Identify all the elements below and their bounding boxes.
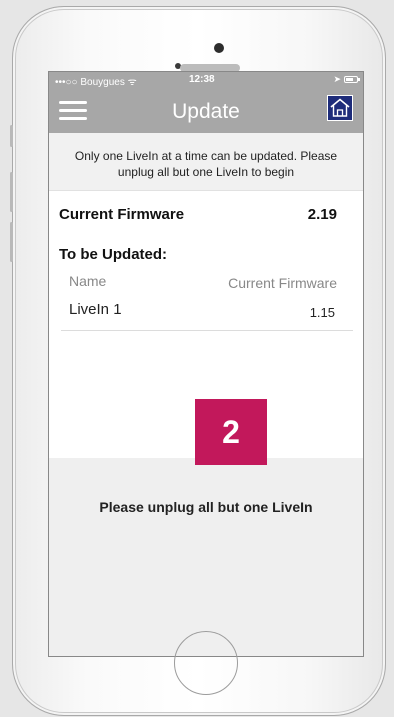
page-title: Update xyxy=(172,100,240,123)
nav-bar: Update xyxy=(49,89,363,133)
info-banner: Only one LiveIn at a time can be updated… xyxy=(49,133,363,191)
divider xyxy=(61,330,353,331)
home-button[interactable] xyxy=(174,631,238,695)
front-camera xyxy=(214,43,224,53)
step-number-badge: 2 xyxy=(195,399,267,465)
current-firmware-label: Current Firmware xyxy=(59,206,185,223)
to-be-updated-heading: To be Updated: xyxy=(59,246,168,263)
mute-switch xyxy=(10,125,13,147)
device-name: LiveIn 1 xyxy=(69,301,122,318)
device-firmware: 1.15 xyxy=(309,305,335,320)
volume-up-button xyxy=(10,172,13,212)
column-header-name: Name xyxy=(69,273,107,289)
unplug-message: Please unplug all but one LiveIn xyxy=(99,499,313,515)
home-icon[interactable] xyxy=(327,95,353,121)
current-firmware-row: Current Firmware 2.19 xyxy=(59,206,343,223)
status-time: 12:38 xyxy=(189,74,215,85)
app-screen: •••○○ Bouygues ᯤ 12:38 ➤ Update Only one… xyxy=(48,71,364,657)
current-firmware-value: 2.19 xyxy=(307,206,337,223)
column-header-firmware: Current Firmware xyxy=(228,275,337,291)
location-arrow-icon: ➤ xyxy=(333,74,341,84)
status-bar: •••○○ Bouygues ᯤ 12:38 ➤ xyxy=(49,72,363,89)
carrier-signal: •••○○ Bouygues ᯤ xyxy=(55,77,137,88)
volume-down-button xyxy=(10,222,13,262)
battery-icon xyxy=(344,76,360,83)
bottom-panel xyxy=(49,458,363,656)
